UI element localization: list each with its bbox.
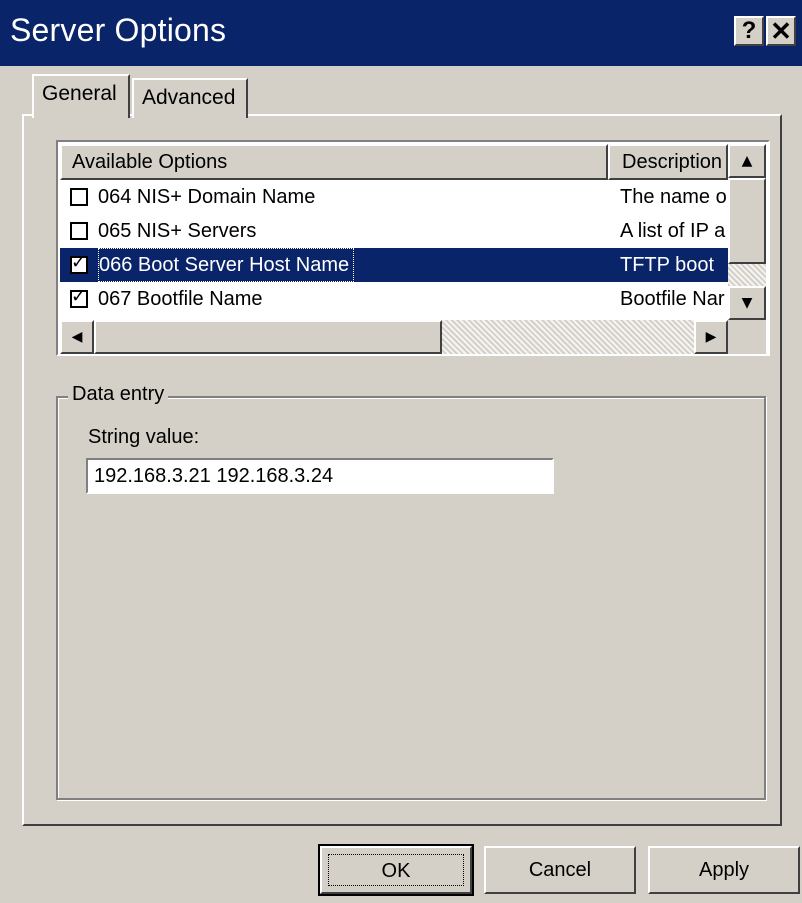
checkbox[interactable] xyxy=(70,222,88,240)
horizontal-scrollbar[interactable]: ◀ ▶ xyxy=(60,320,728,354)
check-mark-icon: ✓ xyxy=(71,286,87,307)
list-item[interactable]: ✓ 067 Bootfile Name Bootfile Nar xyxy=(60,282,728,316)
scroll-down-icon[interactable]: ▼ xyxy=(728,286,766,320)
data-entry-legend: Data entry xyxy=(68,383,169,406)
cancel-button[interactable]: Cancel xyxy=(484,846,636,894)
scroll-left-icon[interactable]: ◀ xyxy=(60,320,94,354)
ok-button-label: OK xyxy=(328,854,464,886)
scrollbar-corner xyxy=(728,320,766,354)
list-item[interactable]: 065 NIS+ Servers A list of IP a xyxy=(60,214,728,248)
option-description: The name o xyxy=(620,186,727,208)
data-entry-group xyxy=(56,396,766,800)
title-bar[interactable]: Server Options ? ✕ xyxy=(0,0,802,66)
option-name: 065 NIS+ Servers xyxy=(98,220,257,242)
list-item-selected[interactable]: ✓ 066 Boot Server Host Name TFTP boot xyxy=(60,248,728,282)
close-button[interactable]: ✕ xyxy=(766,16,796,46)
window-title: Server Options xyxy=(10,12,227,48)
option-name: 067 Bootfile Name xyxy=(98,288,263,310)
vertical-scroll-thumb[interactable] xyxy=(728,178,766,264)
option-description: A list of IP a xyxy=(620,220,726,242)
string-value-label: String value: xyxy=(88,426,200,448)
scroll-up-icon[interactable]: ▲ xyxy=(728,144,766,178)
checkbox[interactable]: ✓ xyxy=(70,252,88,274)
ok-button[interactable]: OK xyxy=(318,844,474,896)
list-item[interactable]: 064 NIS+ Domain Name The name o xyxy=(60,180,728,214)
help-button[interactable]: ? xyxy=(734,16,764,46)
option-name: 066 Boot Server Host Name xyxy=(98,248,355,282)
horizontal-scroll-thumb[interactable] xyxy=(94,320,442,354)
scroll-right-icon[interactable]: ▶ xyxy=(694,320,728,354)
vertical-scrollbar[interactable]: ▲ ▼ xyxy=(728,144,766,320)
column-header-description[interactable]: Description xyxy=(608,144,728,180)
checkbox[interactable]: ✓ xyxy=(70,286,88,308)
option-description: Bootfile Nar xyxy=(620,288,725,310)
apply-button[interactable]: Apply xyxy=(648,846,800,894)
tab-general[interactable]: General xyxy=(32,74,130,118)
option-description: TFTP boot xyxy=(620,254,715,276)
string-value-input[interactable]: 192.168.3.21 192.168.3.24 xyxy=(86,458,554,494)
options-list[interactable]: Available Options Description 064 NIS+ D… xyxy=(56,140,770,356)
option-name: 064 NIS+ Domain Name xyxy=(98,186,316,208)
tab-advanced[interactable]: Advanced xyxy=(132,78,248,118)
check-mark-icon: ✓ xyxy=(71,252,87,273)
checkbox[interactable] xyxy=(70,188,88,206)
column-header-available-options[interactable]: Available Options xyxy=(60,144,608,180)
